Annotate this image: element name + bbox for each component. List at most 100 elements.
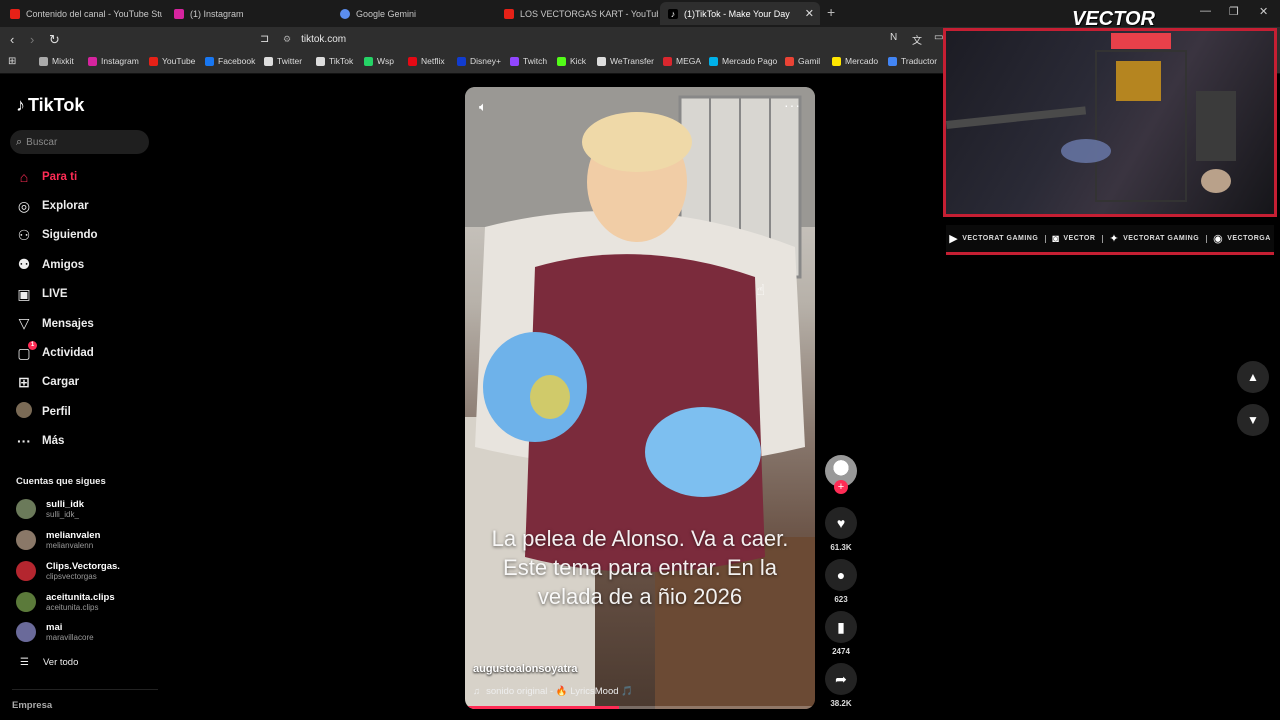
avatar xyxy=(16,592,36,612)
bookmark-mercado-pago[interactable]: Mercado Pago xyxy=(709,56,777,66)
like-button[interactable]: ♥ 61.3K xyxy=(825,507,857,552)
bookmark-netflix[interactable]: Netflix xyxy=(408,56,445,66)
bookmark-mercado[interactable]: Mercado xyxy=(832,56,878,66)
bookmark-tiktok[interactable]: TikTok xyxy=(316,56,353,66)
bookmark-twitch[interactable]: Twitch xyxy=(510,56,547,66)
nav-item-actividad[interactable]: ▢ 1 Actividad xyxy=(15,338,98,367)
video-progress-bar[interactable] xyxy=(465,706,815,709)
bookmark-instagram[interactable]: Instagram xyxy=(88,56,139,66)
account-handle: sulli_idk_ xyxy=(46,510,79,519)
youtube-icon xyxy=(149,56,158,66)
nav-item-explorar[interactable]: ◎ Explorar xyxy=(15,191,98,220)
site-info-icon[interactable]: ⚙ xyxy=(283,34,291,45)
chevron-down-icon: ▼ xyxy=(1247,413,1259,427)
video-player[interactable]: 🔈︎ ··· La pelea de Alonso. Va a caer. Es… xyxy=(465,87,815,709)
see-all-label: Ver todo xyxy=(42,657,79,668)
reader-mode-icon[interactable]: Ν xyxy=(890,32,897,43)
video-author[interactable]: augustoalonsoyatra xyxy=(473,663,578,675)
apps-icon[interactable]: ⊞ xyxy=(8,56,16,67)
nav-item-mensajes[interactable]: ▽ Mensajes xyxy=(15,309,98,338)
bookmark-label: Mercado Pago xyxy=(722,56,778,66)
more-options-icon[interactable]: ··· xyxy=(784,97,801,113)
bookmark-icon[interactable]: ⊐ xyxy=(260,32,269,45)
followed-account[interactable]: aceitunita.clips aceitunita.clips xyxy=(16,592,115,612)
account-name: mai xyxy=(46,622,63,633)
new-tab-button[interactable]: + xyxy=(827,4,835,20)
next-video-button[interactable]: ▼ xyxy=(1237,404,1269,436)
tab-vectorgas-kart[interactable]: LOS VECTORGAS KART - YouTube xyxy=(496,2,658,25)
action-bar: + ♥ 61.3K ● 623 ▮ 2474 ➦ 38.2K xyxy=(825,455,857,708)
webcam-feed xyxy=(946,33,1236,202)
see-all-button[interactable]: ☰ Ver todo xyxy=(20,657,78,668)
nav-item-live[interactable]: ▣ LIVE xyxy=(15,280,98,309)
tab-youtube-studio[interactable]: Contenido del canal - YouTube Studio xyxy=(2,2,162,25)
music-note-icon: ♫ xyxy=(473,686,481,697)
bookmark-wetransfer[interactable]: WeTransfer xyxy=(597,56,654,66)
bookmark-kick[interactable]: Kick xyxy=(557,56,586,66)
share-count: 38.2K xyxy=(830,699,852,708)
forward-button[interactable]: › xyxy=(30,32,34,47)
account-handle: aceitunita.clips xyxy=(46,603,99,612)
nav-item-m-s[interactable]: ··· Más xyxy=(15,427,98,456)
translate-icon[interactable]: 文 xyxy=(912,32,922,47)
search-input[interactable] xyxy=(26,136,137,148)
video-sound[interactable]: ♫ sonido original - 🔥 LyricsMood 🎵 xyxy=(473,686,633,697)
bookmark-mega[interactable]: MEGA xyxy=(663,56,701,66)
share-button[interactable]: ➦ 38.2K xyxy=(825,663,857,708)
tab-instagram[interactable]: (1) Instagram xyxy=(166,2,331,25)
save-button[interactable]: ▮ 2474 xyxy=(825,611,857,656)
search-box[interactable]: ⌕ xyxy=(10,130,149,154)
bookmark-facebook[interactable]: Facebook xyxy=(205,56,255,66)
main-nav: ⌂ Para ti ◎ Explorar ⚇ Siguiendo ⚉ Amigos ▣ LIVE ▽… xyxy=(15,162,98,456)
previous-video-button[interactable]: ▲ xyxy=(1237,361,1269,393)
search-icon: ⌕ xyxy=(16,135,23,148)
followed-account[interactable]: mai maravillacore xyxy=(16,622,94,642)
share-icon: ➦ xyxy=(825,663,857,695)
nav-label: Más xyxy=(42,435,65,448)
whatsapp-icon xyxy=(364,56,373,66)
nav-item-para-ti[interactable]: ⌂ Para ti xyxy=(15,162,98,191)
minimize-button[interactable]: — xyxy=(1200,5,1211,17)
avatar xyxy=(16,561,36,581)
messages-icon: ▽ xyxy=(18,315,30,332)
nav-item-perfil[interactable]: Perfil xyxy=(15,397,98,426)
bookmark-label: Gamil xyxy=(798,56,821,66)
followed-account[interactable]: sulli_idk sulli_idk_ xyxy=(16,499,84,519)
wetransfer-icon xyxy=(597,56,606,66)
nav-item-amigos[interactable]: ⚉ Amigos xyxy=(15,250,98,279)
bookmark-twitter[interactable]: Twitter xyxy=(264,56,302,66)
social-label: VECTORAT GAMING xyxy=(1123,235,1200,242)
followed-account[interactable]: melianvalen melianvalenn xyxy=(16,530,100,550)
bookmark-disney-[interactable]: Disney+ xyxy=(457,56,501,66)
mouse-cursor-icon: ☝ xyxy=(756,282,766,299)
back-button[interactable]: ‹ xyxy=(10,32,14,47)
follow-plus-icon[interactable]: + xyxy=(834,480,848,494)
nav-label: Siguiendo xyxy=(42,229,98,242)
tab-gemini[interactable]: Google Gemini xyxy=(332,2,497,25)
account-name: aceitunita.clips xyxy=(46,592,115,603)
mute-icon[interactable]: 🔈︎ xyxy=(479,99,487,115)
followed-account[interactable]: Clips.Vectorgas. clipsvectorgas xyxy=(16,561,120,581)
nav-label: Para ti xyxy=(42,170,78,183)
social-links-bar: ▶ VECTORAT GAMING ◙ VECTOR ✦ VECTORAT GA… xyxy=(946,225,1274,255)
close-tab-icon[interactable]: ✕ xyxy=(805,7,814,20)
close-window-button[interactable]: ✕ xyxy=(1259,5,1268,18)
account-handle: clipsvectorgas xyxy=(46,572,97,581)
tab-tiktok[interactable]: ♪ (1)TikTok - Make Your Day ✕ xyxy=(660,2,820,25)
url-field[interactable]: ⚙ tiktok.com xyxy=(283,31,346,48)
bookmark-gamil[interactable]: Gamil xyxy=(785,56,820,66)
reload-button[interactable]: ↻ xyxy=(49,32,60,48)
bookmark-wsp[interactable]: Wsp xyxy=(364,56,394,66)
nav-item-siguiendo[interactable]: ⚇ Siguiendo xyxy=(15,221,98,250)
restore-button[interactable]: ❐ xyxy=(1229,5,1239,18)
bookmark-youtube[interactable]: YouTube xyxy=(149,56,195,66)
gemini-icon xyxy=(340,8,350,19)
comment-button[interactable]: ● 623 xyxy=(825,559,857,604)
nav-label: Actividad xyxy=(42,347,94,360)
tiktok-logo[interactable]: ♪ TikTok xyxy=(16,95,84,116)
creator-avatar[interactable]: + xyxy=(825,455,857,494)
company-link[interactable]: Empresa xyxy=(12,700,52,711)
nav-item-cargar[interactable]: ⊞ Cargar xyxy=(15,368,98,397)
bookmark-traductor[interactable]: Traductor xyxy=(888,56,937,66)
bookmark-mixkit[interactable]: Mixkit xyxy=(39,56,74,66)
